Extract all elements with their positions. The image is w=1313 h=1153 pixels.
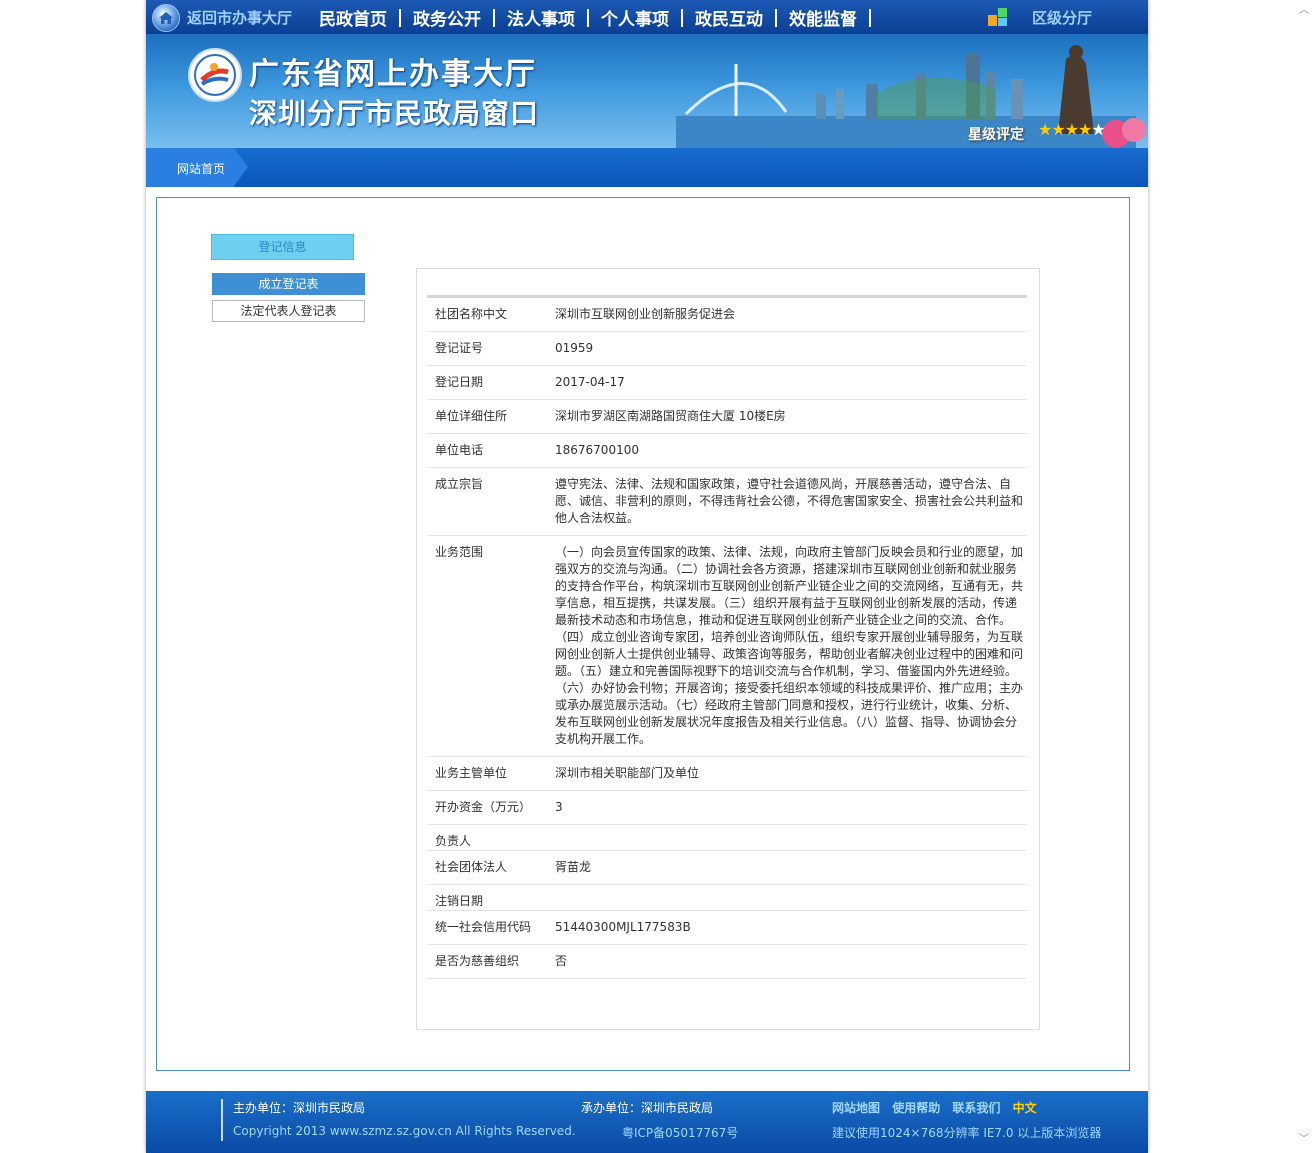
field-value: 遵守宪法、法律、法规和国家政策，遵守社会道德风尚，开展慈善活动，遵守合法、自愿、… (555, 477, 1024, 525)
breadcrumb-arrow (234, 148, 248, 186)
header-banner: 广东省网上办事大厅 深圳分厅市民政局窗口 星级评定 ★★★★★ (146, 34, 1148, 148)
field-label: 登记日期 (435, 375, 484, 389)
scroll-up-icon[interactable]: ︿ (1299, 1, 1309, 16)
table-row: 登记日期 2017-04-17 (427, 366, 1027, 400)
field-value: 51440300MJL177583B (555, 920, 691, 934)
nav-separator (681, 8, 683, 27)
nav-item-personal[interactable]: 个人事项 (591, 5, 679, 30)
establishment-registration-button[interactable]: 成立登记表 (212, 273, 365, 295)
nav-item-interaction[interactable]: 政民互动 (685, 5, 773, 30)
field-value: 3 (555, 800, 563, 814)
field-label: 是否为慈善组织 (435, 954, 520, 968)
home-icon[interactable] (152, 4, 180, 32)
table-row: 社团名称中文 深圳市互联网创业创新服务促进会 (427, 298, 1027, 332)
contact-link[interactable]: 联系我们 (952, 1101, 1000, 1115)
field-value: 深圳市相关职能部门及单位 (555, 766, 700, 780)
footer-links: 网站地图 使用帮助 联系我们 中文 (832, 1099, 1045, 1116)
table-row: 登记证号 01959 (427, 332, 1027, 366)
field-value: 深圳市罗湖区南湖路国贸商住大厦 10楼E房 (555, 409, 786, 423)
top-navigation: 返回市办事大厅 民政首页 政务公开 法人事项 个人事项 政民互动 效能监督 区级… (146, 0, 1148, 34)
scroll-down-icon[interactable]: ﹀ (1299, 1130, 1309, 1145)
star-rating: ★★★★★ (1038, 120, 1106, 139)
field-label: 业务范围 (435, 545, 484, 559)
district-hall-link[interactable]: 区级分厅 (1032, 7, 1092, 28)
page: 返回市办事大厅 民政首页 政务公开 法人事项 个人事项 政民互动 效能监督 区级… (146, 0, 1148, 1153)
star-icon: ★ (1078, 120, 1092, 139)
nav-separator (493, 8, 495, 27)
field-label: 社会团体法人 (435, 860, 508, 874)
field-label: 成立宗旨 (435, 477, 484, 491)
field-label: 负责人 (435, 834, 472, 848)
table-row: 注销日期 (427, 885, 1027, 911)
footer-copyright: Copyright 2013 www.szmz.sz.gov.cn All Ri… (233, 1124, 576, 1138)
back-to-city-hall-link[interactable]: 返回市办事大厅 (187, 7, 292, 28)
field-value: 胥苗龙 (555, 860, 592, 874)
record-panel: 社团名称中文 深圳市互联网创业创新服务促进会登记证号 01959 登记日期 2017-0… (416, 268, 1040, 1030)
table-row: 单位详细住所 深圳市罗湖区南湖路国贸商住大厦 10楼E房 (427, 400, 1027, 434)
field-value (547, 825, 1025, 850)
table-row: 业务范围 （一）向会员宣传国家的政策、法律、法规，向政府主管部门反映会员和行业的愿… (427, 536, 1027, 757)
star-icon: ★ (1038, 120, 1052, 139)
field-value: 2017-04-17 (555, 375, 625, 389)
field-value: 否 (555, 954, 568, 968)
field-label: 业务主管单位 (435, 766, 508, 780)
star-rating-label: 星级评定 (968, 127, 1024, 143)
table-row: 社会团体法人 胥苗龙 (427, 851, 1027, 885)
star-empty-icon: ★ (1091, 120, 1105, 139)
table-row: 开办资金（万元） 3 (427, 791, 1027, 825)
field-label: 注销日期 (435, 894, 484, 908)
footer-browser-note: 建议使用1024×768分辨率 IE7.0 以上版本浏览器 (832, 1126, 1102, 1140)
nav-separator (587, 8, 589, 27)
table-row: 成立宗旨 遵守宪法、法律、法规和国家政策，遵守社会道德风尚，开展慈善活动，遵守合法… (427, 468, 1027, 536)
main-menu: 民政首页 政务公开 法人事项 个人事项 政民互动 效能监督 (309, 5, 873, 30)
nav-item-supervision[interactable]: 效能监督 (779, 5, 867, 30)
table-row: 业务主管单位 深圳市相关职能部门及单位 (427, 757, 1027, 791)
footer-host: 主办单位：深圳市民政局 (233, 1101, 366, 1115)
nav-separator (869, 8, 871, 27)
emblem-logo (188, 48, 242, 102)
field-value (547, 885, 1025, 910)
nav-separator (399, 8, 401, 27)
nav-separator (775, 8, 777, 27)
nav-item-gov-affairs[interactable]: 政务公开 (403, 5, 491, 30)
field-value: （一）向会员宣传国家的政策、法律、法规，向政府主管部门反映会员和行业的愿望，加强… (555, 545, 1024, 746)
field-label: 单位电话 (435, 443, 484, 457)
record-table: 社团名称中文 深圳市互联网创业创新服务促进会登记证号 01959 登记日期 2017-0… (427, 295, 1027, 979)
footer-organizer: 承办单位：深圳市民政局 (581, 1101, 714, 1115)
star-icon: ★ (1064, 120, 1079, 139)
field-label: 单位详细住所 (435, 409, 508, 423)
table-row: 单位电话 18676700100 (427, 434, 1027, 468)
banner-title-line2: 深圳分厅市民政局窗口 (249, 97, 540, 130)
legal-representative-registration-button[interactable]: 法定代表人登记表 (212, 300, 365, 322)
breadcrumb-bar: 网站首页 (146, 148, 1148, 187)
breadcrumb-home-link[interactable]: 网站首页 (177, 160, 225, 177)
field-value: 深圳市互联网创业创新服务促进会 (555, 307, 736, 321)
field-value: 01959 (555, 341, 594, 355)
field-label: 开办资金（万元） (435, 800, 532, 814)
registration-info-heading: 登记信息 (211, 234, 354, 260)
help-link[interactable]: 使用帮助 (892, 1101, 940, 1115)
star-icon: ★ (1051, 120, 1065, 139)
banner-title-line1: 广东省网上办事大厅 (249, 57, 537, 92)
table-row: 负责人 (427, 825, 1027, 851)
field-label: 登记证号 (435, 341, 484, 355)
content-frame: 登记信息 成立登记表 法定代表人登记表 社团名称中文 深圳市互联网创业创新服务促进… (156, 197, 1130, 1071)
district-hall-icon[interactable] (988, 6, 1008, 27)
table-row: 统一社会信用代码 51440300MJL177583B (427, 911, 1027, 945)
chinese-language-link[interactable]: 中文 (1013, 1101, 1037, 1115)
nav-item-civil-affairs-home[interactable]: 民政首页 (309, 5, 397, 30)
field-value: 18676700100 (555, 443, 639, 457)
table-row: 是否为慈善组织 否 (427, 945, 1027, 979)
nav-item-legal-person[interactable]: 法人事项 (497, 5, 585, 30)
field-label: 社团名称中文 (435, 307, 508, 321)
footer-divider (221, 1099, 223, 1141)
footer: 主办单位：深圳市民政局 Copyright 2013 www.szmz.sz.g… (146, 1091, 1148, 1153)
sitemap-link[interactable]: 网站地图 (832, 1101, 880, 1115)
field-label: 统一社会信用代码 (435, 920, 532, 934)
footer-icp[interactable]: 粤ICP备05017767号 (622, 1124, 738, 1141)
